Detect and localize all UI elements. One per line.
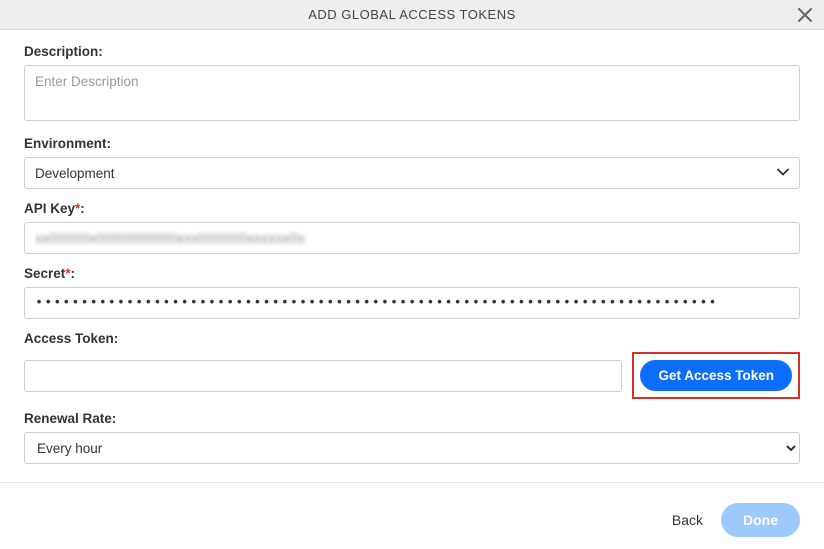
label-renewal-rate: Renewal Rate: <box>24 411 800 426</box>
label-access-token: Access Token: <box>24 331 800 346</box>
field-access-token: Access Token: Get Access Token <box>24 331 800 399</box>
get-access-token-button[interactable]: Get Access Token <box>640 360 792 391</box>
dialog-header: ADD GLOBAL ACCESS TOKENS <box>0 0 824 30</box>
field-renewal-rate: Renewal Rate: Every hour <box>24 411 800 464</box>
dialog-title: ADD GLOBAL ACCESS TOKENS <box>0 7 824 22</box>
renewal-rate-select[interactable]: Every hour <box>24 432 800 464</box>
label-secret: Secret*: <box>24 266 800 281</box>
environment-value: Development <box>24 157 800 189</box>
dialog-footer: Back Done <box>0 483 824 549</box>
environment-select[interactable]: Development <box>24 157 800 189</box>
highlight-box: Get Access Token <box>632 352 800 399</box>
description-input[interactable] <box>24 65 800 121</box>
api-key-input[interactable] <box>24 222 800 254</box>
field-api-key: API Key*: <box>24 201 800 254</box>
access-token-row: Get Access Token <box>24 352 800 399</box>
access-token-input[interactable] <box>24 360 622 392</box>
field-secret: Secret*: <box>24 266 800 319</box>
back-button[interactable]: Back <box>672 512 703 528</box>
label-colon: : <box>80 201 85 216</box>
label-secret-text: Secret <box>24 266 65 281</box>
close-icon[interactable] <box>796 6 814 24</box>
label-api-key: API Key*: <box>24 201 800 216</box>
field-description: Description: <box>24 44 800 124</box>
label-description: Description: <box>24 44 800 59</box>
done-button[interactable]: Done <box>721 503 800 537</box>
form-body: Description: Environment: Development AP… <box>0 30 824 476</box>
label-colon: : <box>71 266 76 281</box>
field-environment: Environment: Development <box>24 136 800 189</box>
label-api-key-text: API Key <box>24 201 75 216</box>
label-environment: Environment: <box>24 136 800 151</box>
secret-input[interactable] <box>24 287 800 319</box>
